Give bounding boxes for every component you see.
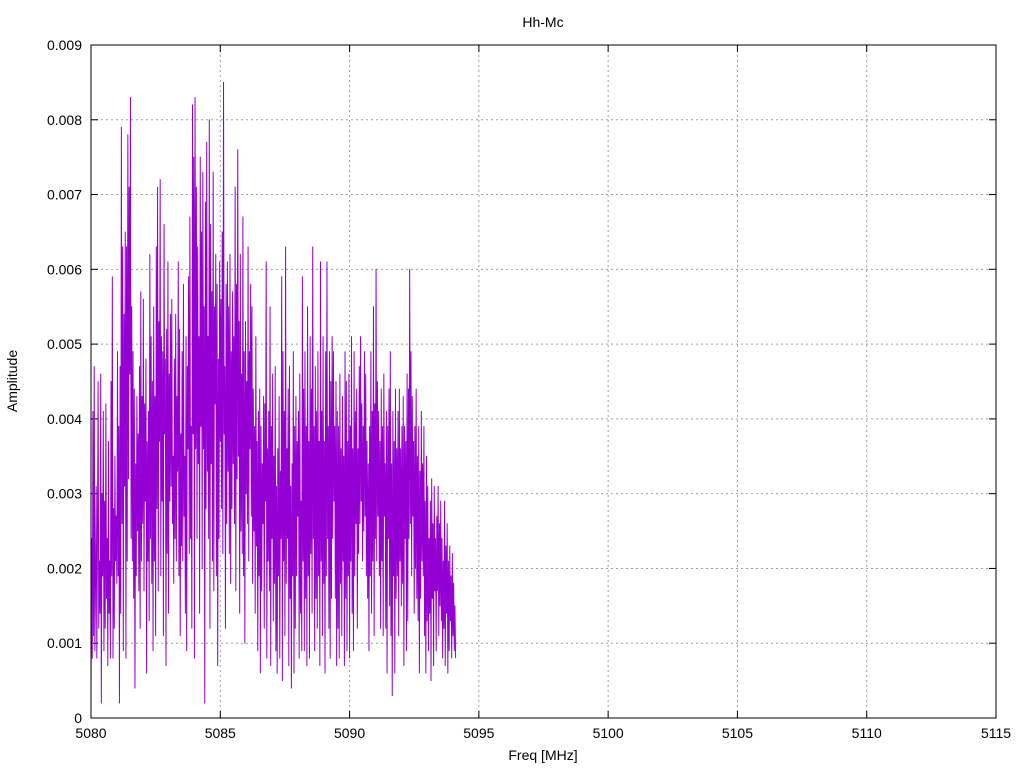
x-tick-label: 5080 [75, 725, 106, 741]
x-tick-label: 5085 [205, 725, 236, 741]
chart-title: Hh-Mc [522, 14, 563, 30]
y-tick-label: 0.006 [47, 261, 82, 277]
x-tick-label: 5105 [722, 725, 753, 741]
y-tick-label: 0.008 [47, 112, 82, 128]
y-tick-label: 0.003 [47, 486, 82, 502]
x-tick-label: 5090 [334, 725, 365, 741]
y-tick-label: 0.002 [47, 560, 82, 576]
y-tick-label: 0.005 [47, 336, 82, 352]
chart-svg: 5080 5085 5090 5095 5100 5105 5110 5115 0 0.001 0.… [0, 0, 1024, 768]
x-tick-label: 5115 [981, 725, 1011, 741]
chart-container: 5080 5085 5090 5095 5100 5105 5110 5115 0 0.001 0.… [0, 0, 1024, 768]
x-tick-label: 5095 [463, 725, 494, 741]
x-tick-label: 5110 [852, 725, 882, 741]
y-tick-label: 0.004 [47, 411, 82, 427]
y-tick-label: 0.007 [47, 187, 82, 203]
x-tick-label: 5100 [593, 725, 624, 741]
x-axis-label: Freq [MHz] [508, 747, 577, 763]
y-tick-label: 0.001 [47, 635, 82, 651]
y-axis-label: Amplitude [4, 350, 20, 412]
y-tick-label: 0.009 [47, 37, 82, 53]
y-tick-label: 0 [74, 710, 82, 726]
